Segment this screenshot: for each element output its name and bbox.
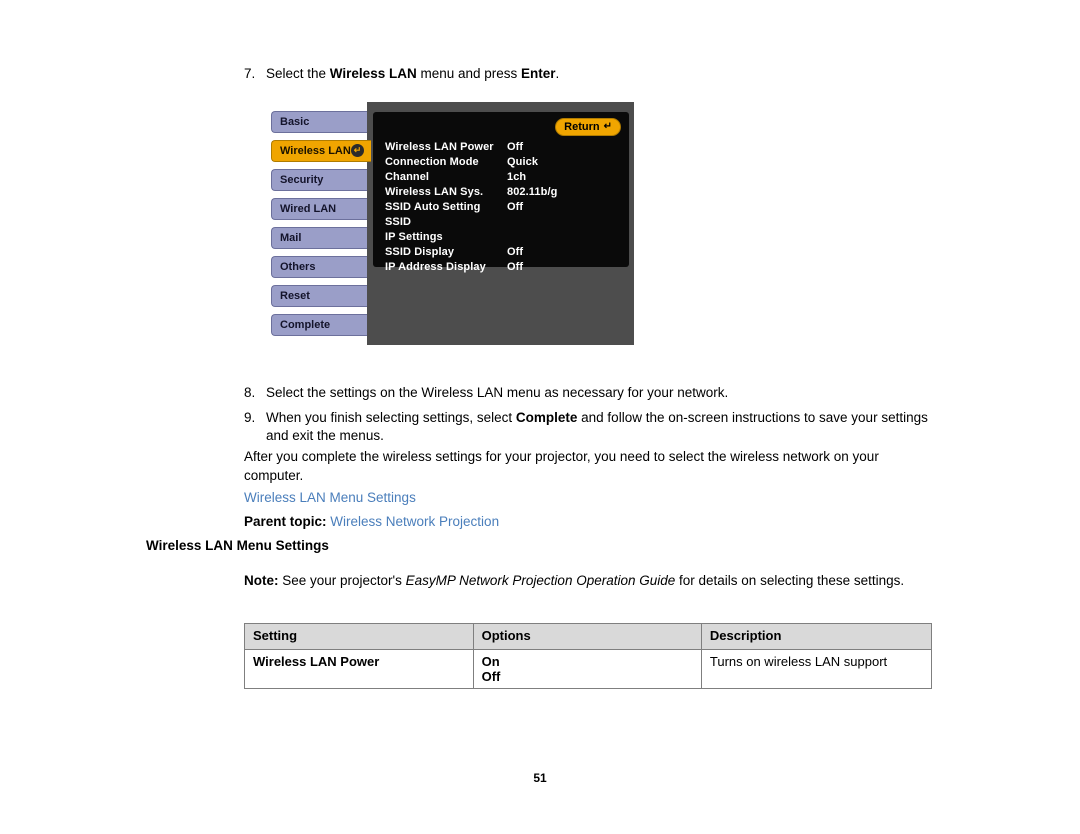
menu-row-label: Channel xyxy=(385,171,430,183)
return-button[interactable]: Return ↵ xyxy=(555,118,621,136)
menu-row-value xyxy=(507,215,617,230)
menu-row-label: SSID xyxy=(385,216,412,228)
menu-row-value: Off xyxy=(507,141,524,153)
step-7-text: Select the Wireless LAN menu and press E… xyxy=(266,65,559,83)
tab-label: Complete xyxy=(280,319,331,331)
tab-security[interactable]: Security xyxy=(271,169,367,191)
projector-menu-tabs: Basic Wireless LAN ↵ Security Wired LAN … xyxy=(271,111,371,343)
after-settings-paragraph: After you complete the wireless settings… xyxy=(244,449,879,483)
document-page: 7. Select the Wireless LAN menu and pres… xyxy=(0,0,1080,834)
menu-row-value xyxy=(507,230,617,245)
menu-row[interactable]: SSID Display Off xyxy=(385,245,617,260)
step-9-text-bold: Complete xyxy=(515,410,578,425)
menu-row[interactable]: Wireless LAN Sys. 802.11b/g xyxy=(385,185,617,200)
tab-basic[interactable]: Basic xyxy=(271,111,367,133)
menu-row-value: 1ch xyxy=(507,171,527,183)
tab-label: Mail xyxy=(280,232,302,244)
parent-topic-label: Parent topic: xyxy=(244,514,327,529)
step-9-text: When you finish selecting settings, sele… xyxy=(266,409,930,445)
tab-mail[interactable]: Mail xyxy=(271,227,367,249)
note-before: See your projector's xyxy=(278,573,406,588)
tab-complete[interactable]: Complete xyxy=(271,314,367,336)
note-after: for details on selecting these settings. xyxy=(675,573,905,588)
tab-label: Others xyxy=(280,261,316,273)
menu-row-label: IP Address Display xyxy=(385,261,486,273)
table-header-description: Description xyxy=(700,623,933,650)
table-header-setting: Setting xyxy=(244,623,474,650)
tab-label: Security xyxy=(280,174,324,186)
step-8: 8. Select the settings on the Wireless L… xyxy=(244,384,944,402)
step-9-number: 9. xyxy=(244,410,256,425)
return-arrow-icon: ↵ xyxy=(603,120,612,132)
step-7-text-bold-2: Enter xyxy=(521,66,556,81)
return-label: Return xyxy=(564,121,600,133)
tab-label: Basic xyxy=(280,116,310,128)
tab-wired-lan[interactable]: Wired LAN xyxy=(271,198,367,220)
parent-topic-line: Parent topic: Wireless Network Projectio… xyxy=(244,513,499,532)
menu-row[interactable]: SSID Auto Setting Off xyxy=(385,200,617,215)
step-7-text-b: menu and press xyxy=(416,66,522,81)
step-7: 7. Select the Wireless LAN menu and pres… xyxy=(244,65,944,83)
tab-label: Wired LAN xyxy=(280,203,337,215)
step-7-text-a: Select the xyxy=(266,66,330,81)
page-number: 51 xyxy=(533,771,547,785)
menu-row-value: Off xyxy=(507,246,524,258)
menu-row-label: Wireless LAN Power xyxy=(385,141,494,153)
menu-row-value: Quick xyxy=(507,156,539,168)
tab-label: Wireless LAN xyxy=(280,145,351,157)
menu-row[interactable]: IP Address Display Off xyxy=(385,260,617,275)
table-header-options: Options xyxy=(472,623,702,650)
menu-row-label: Wireless LAN Sys. xyxy=(385,186,484,198)
note-paragraph: Note: See your projector's EasyMP Networ… xyxy=(244,572,930,591)
menu-row[interactable]: Connection Mode Quick xyxy=(385,155,617,170)
projector-menu-panel: Return ↵ Wireless LAN Power Off Connecti… xyxy=(373,112,629,273)
cell-setting: Wireless LAN Power xyxy=(244,649,474,689)
table-row: Wireless LAN Power On Off Turns on wirel… xyxy=(244,649,933,689)
table-header-row: Setting Options Description xyxy=(244,623,933,650)
menu-row-value: 802.11b/g xyxy=(507,186,558,198)
step-7-text-bold-1: Wireless LAN xyxy=(329,66,417,81)
option-on: On xyxy=(481,654,500,669)
menu-row[interactable]: SSID xyxy=(385,215,617,230)
cell-options: On Off xyxy=(472,649,702,689)
menu-row-label: IP Settings xyxy=(385,231,443,243)
menu-row-value: Off xyxy=(507,201,524,213)
step-9-text-a: When you finish selecting settings, sele… xyxy=(266,410,516,425)
parent-topic-link[interactable]: Wireless Network Projection xyxy=(330,514,499,529)
menu-row-label: SSID Auto Setting xyxy=(385,201,481,213)
settings-table: Setting Options Description Wireless LAN… xyxy=(244,623,933,689)
tab-label: Reset xyxy=(280,290,310,302)
menu-row[interactable]: IP Settings xyxy=(385,230,617,245)
cell-description: Turns on wireless LAN support xyxy=(700,649,933,689)
page-title: Wireless LAN Menu Settings xyxy=(146,538,329,553)
projector-menu-rows: Wireless LAN Power Off Connection Mode Q… xyxy=(385,140,617,275)
menu-row[interactable]: Wireless LAN Power Off xyxy=(385,140,617,155)
note-italic-title: EasyMP Network Projection Operation Guid… xyxy=(405,573,676,588)
option-off: Off xyxy=(481,669,501,684)
step-8-number: 8. xyxy=(244,385,256,400)
menu-row[interactable]: Channel 1ch xyxy=(385,170,617,185)
menu-row-label: SSID Display xyxy=(385,246,455,258)
tab-reset[interactable]: Reset xyxy=(271,285,367,307)
step-7-number: 7. xyxy=(244,66,256,81)
link-wireless-lan-menu-settings[interactable]: Wireless LAN Menu Settings xyxy=(244,489,416,508)
projector-menu-screenshot: Return ↵ Wireless LAN Power Off Connecti… xyxy=(367,102,634,345)
menu-row-label: Connection Mode xyxy=(385,156,479,168)
tab-others[interactable]: Others xyxy=(271,256,367,278)
step-9: 9. When you finish selecting settings, s… xyxy=(244,409,930,445)
note-label: Note: xyxy=(244,573,279,588)
menu-row-value: Off xyxy=(507,261,524,273)
enter-icon: ↵ xyxy=(351,144,364,157)
tab-wireless-lan[interactable]: Wireless LAN ↵ xyxy=(271,140,371,162)
step-8-text: Select the settings on the Wireless LAN … xyxy=(266,385,729,400)
step-7-text-c: . xyxy=(555,66,560,81)
